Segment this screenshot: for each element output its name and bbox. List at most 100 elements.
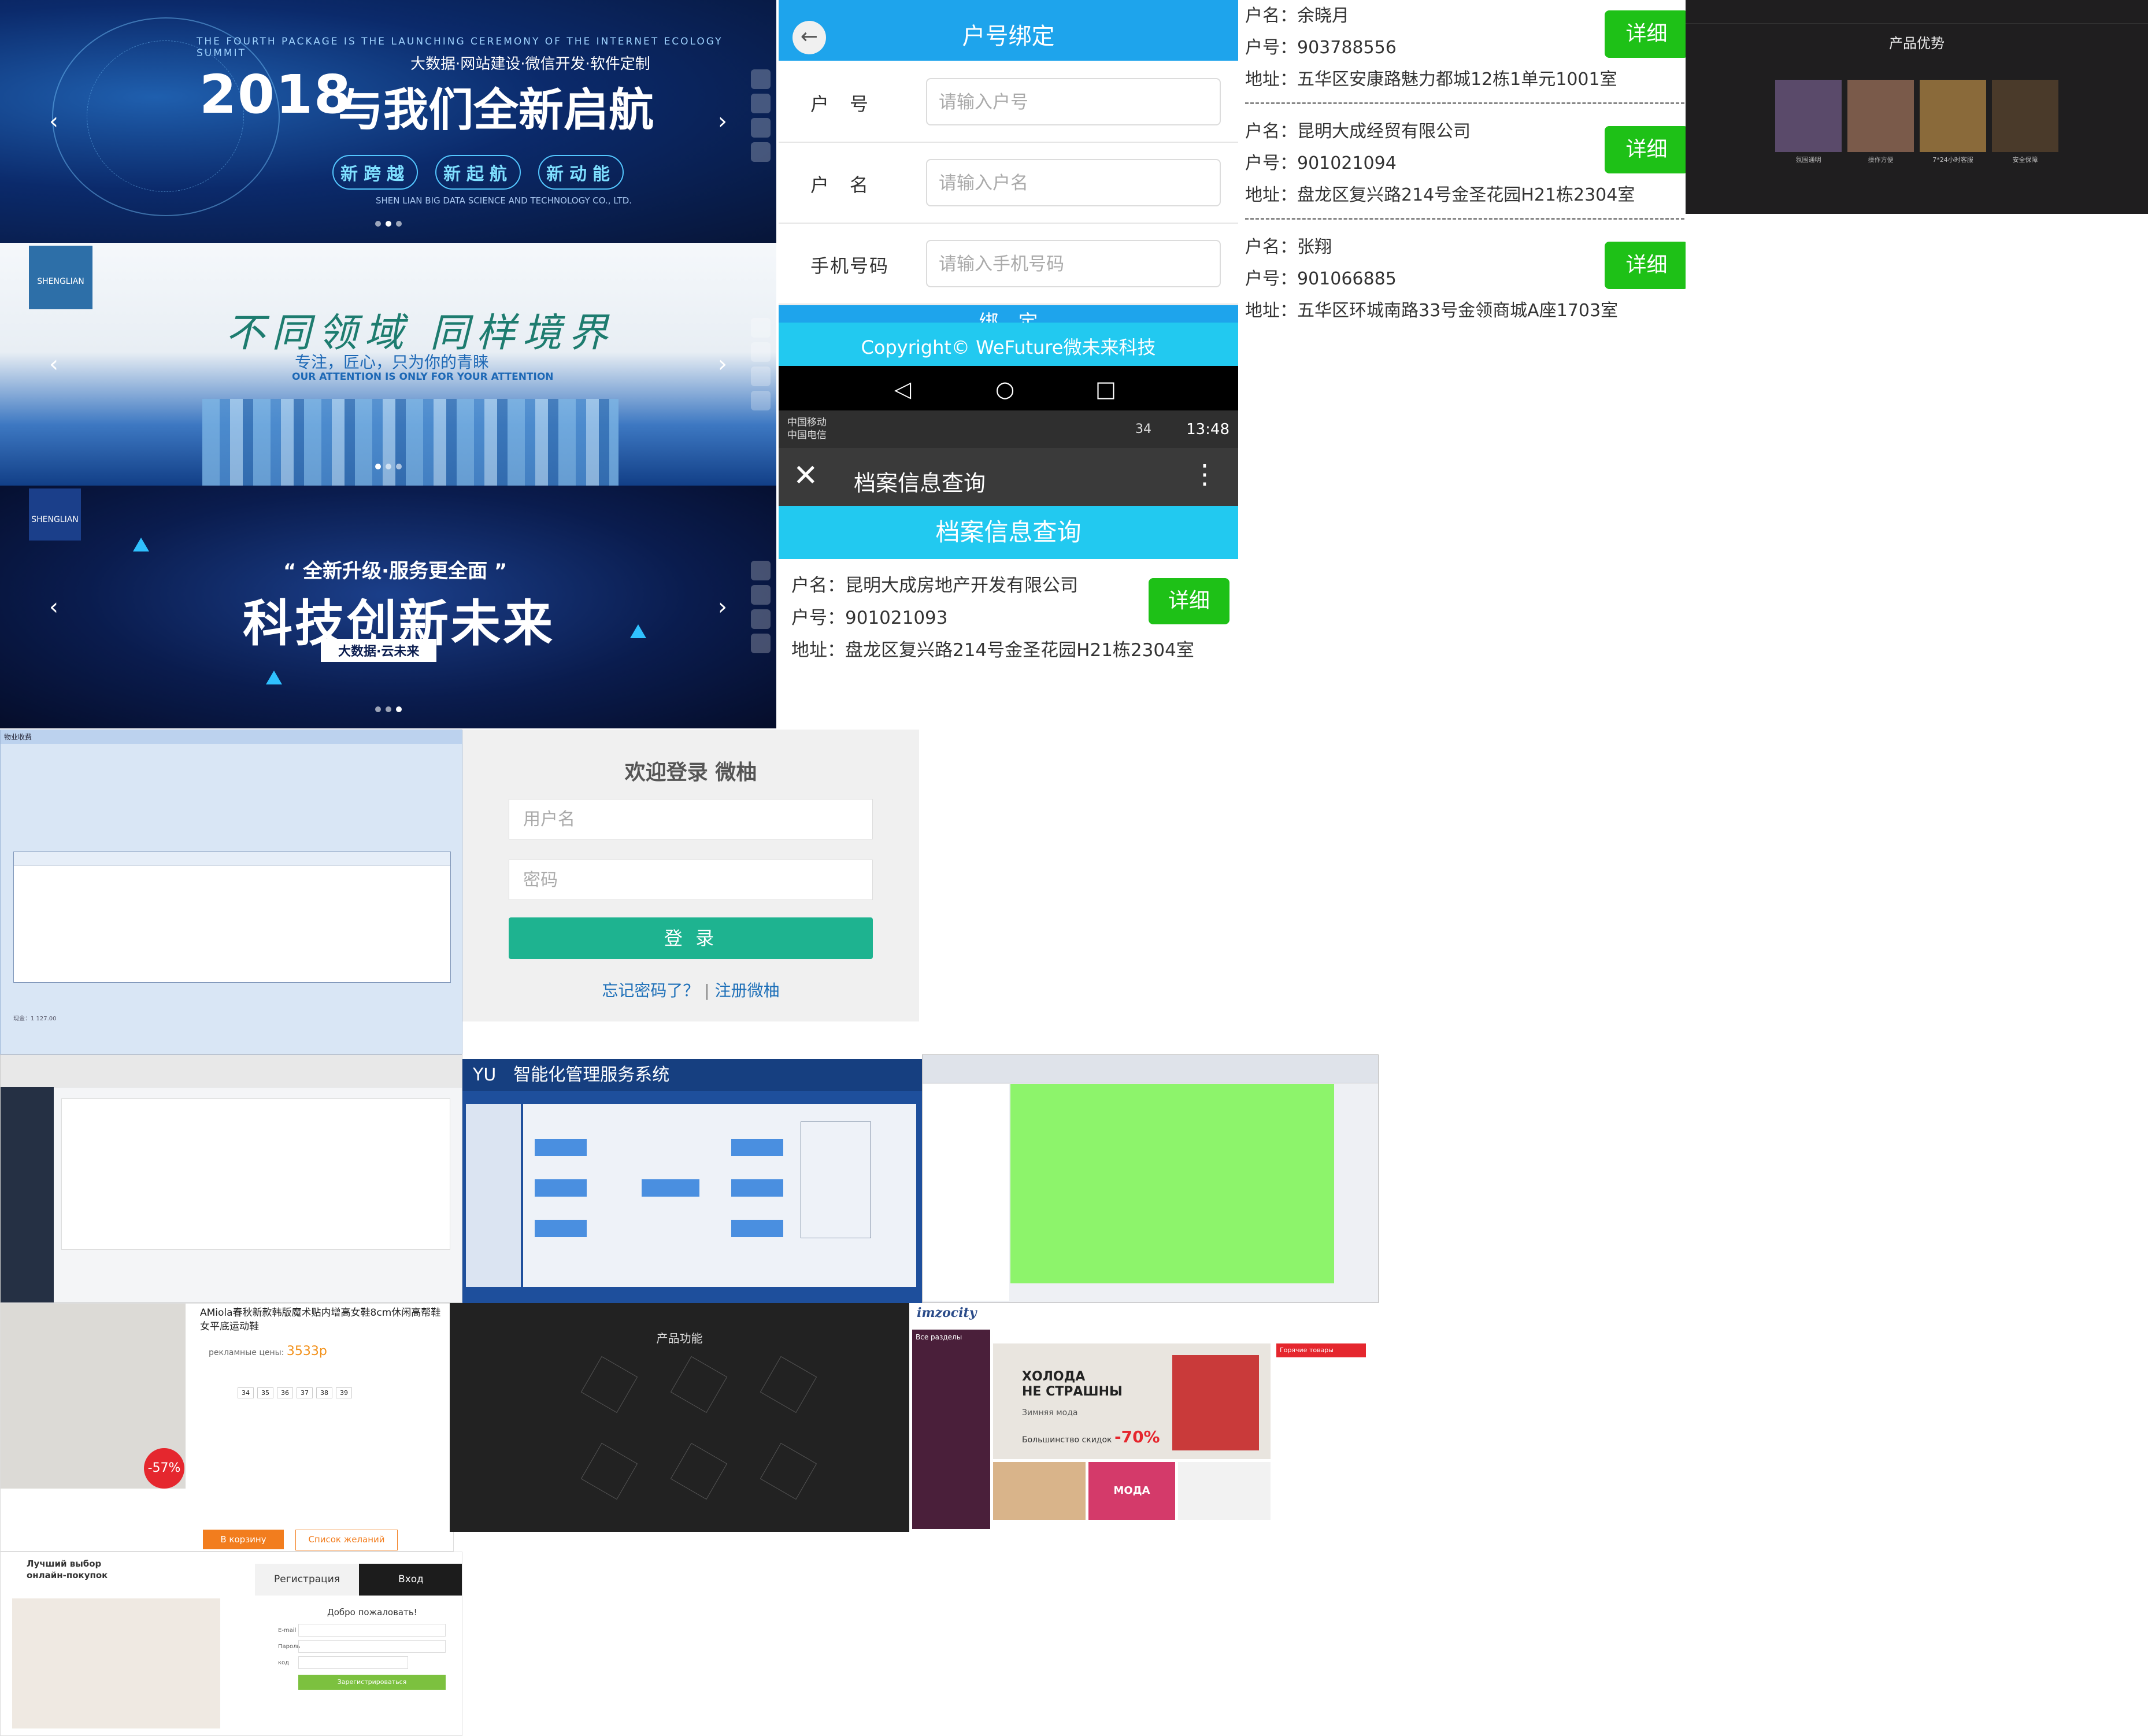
login-button[interactable]: 登 录 [509,917,873,959]
phone-number-input[interactable]: 请输入手机号码 [926,240,1221,287]
carousel-dot[interactable] [375,706,381,712]
wishlist-button[interactable]: Список желаний [295,1530,398,1550]
carousel-dot[interactable] [385,221,391,227]
hero-title: ХОЛОДА НЕ СТРАШНЫ [1022,1369,1123,1400]
carousel-dot[interactable] [395,706,402,712]
qq-icon[interactable] [751,94,771,113]
page-title: 户号绑定 [962,23,1055,50]
chevron-left-icon[interactable]: ‹ [49,108,58,135]
field-label: Пароль [278,1644,301,1650]
admin-content [61,1098,450,1250]
recent-apps-icon[interactable]: □ [1095,376,1116,402]
carousel-dot[interactable] [395,221,402,227]
detail-button[interactable]: 详细 [1605,242,1686,289]
side-toolbar [751,318,774,410]
more-menu-icon[interactable]: ⋮ [1191,458,1218,490]
advantage-caption: 安全保障 [2012,156,2038,164]
field-label: E-mail [278,1627,297,1634]
price-value: 3533р [286,1344,327,1359]
field-label: 户号： [791,608,845,628]
carousel-dots [375,464,402,469]
tab-login[interactable]: Вход [359,1564,462,1596]
carousel-dot[interactable] [375,221,381,227]
flow-node[interactable] [535,1179,587,1197]
record-card: 户名：昆明大成房地产开发有限公司 户号：901021093 地址：盘龙区复兴路2… [791,569,1194,667]
chevron-right-icon[interactable]: › [718,594,727,620]
qq-icon[interactable] [751,585,771,605]
banner-shenglian: SHENGLIAN 不同领域 同样境界 专注，匠心，只为你的青睐 OUR ATT… [0,243,776,486]
record-list: 户名：余晓月 户号：903788556 地址：五华区安康路魅力都城12栋1单元1… [1240,0,1686,335]
hero-line: ХОЛОДА [1022,1369,1086,1384]
shoes-tile[interactable] [993,1462,1086,1520]
size-option[interactable]: 34 [238,1387,254,1398]
field-label: 户名： [791,575,845,596]
login-links: 忘记密码了？ | 注册微柚 [602,981,780,1000]
username-input[interactable]: 用户名 [509,799,873,839]
promo-line: онлайн-покупок [27,1570,108,1580]
register-submit-button[interactable]: Зарегистрироваться [298,1675,446,1690]
banner-quote: “ 全新升级·服务更全面 ” [283,560,508,583]
carousel-dot[interactable] [395,464,402,469]
size-option[interactable]: 36 [277,1387,293,1398]
chevron-right-icon[interactable]: › [718,351,727,377]
captcha-field[interactable] [298,1656,408,1669]
wechat-icon[interactable] [751,561,771,580]
carousel-dots [375,706,402,712]
phone-icon[interactable] [751,118,771,138]
carousel-dot[interactable] [375,464,381,469]
size-option[interactable]: 37 [297,1387,313,1398]
password-field[interactable] [298,1640,446,1653]
wechat-icon[interactable] [751,318,771,338]
flow-node[interactable] [731,1220,783,1237]
side-toolbar [751,69,774,162]
account-number: 901021093 [845,608,948,628]
password-input[interactable]: 密码 [509,860,873,900]
fashion-tile[interactable]: МОДА [1088,1462,1175,1520]
chevron-left-icon[interactable]: ‹ [49,351,58,377]
flow-node[interactable] [642,1179,699,1197]
monitor-toolbar [923,1055,1378,1083]
size-option[interactable]: 35 [257,1387,273,1398]
size-option[interactable]: 38 [316,1387,332,1398]
detail-button[interactable]: 详细 [1605,10,1686,58]
phone-icon[interactable] [751,367,771,386]
product-title: AMiola春秋新款韩版魔术贴内增高女鞋8cm休闲高帮鞋女平底运动鞋 [200,1307,441,1332]
carousel-dot[interactable] [385,706,391,712]
status-grid [1010,1084,1334,1283]
qq-icon[interactable] [751,342,771,362]
wechat-icon[interactable] [751,69,771,89]
store-logo[interactable]: imzocity [917,1305,977,1320]
home-icon[interactable]: ○ [995,376,1014,402]
add-to-cart-button[interactable]: В корзину [203,1530,284,1549]
top-icon[interactable] [751,142,771,162]
detail-button[interactable]: 详细 [1149,578,1229,624]
flow-node[interactable] [731,1139,783,1156]
size-option[interactable]: 39 [336,1387,352,1398]
chevron-right-icon[interactable]: › [718,108,727,135]
register-link[interactable]: 注册微柚 [715,981,780,1000]
sunglasses-tile[interactable] [1178,1462,1271,1520]
phone-icon[interactable] [751,609,771,629]
forgot-password-link[interactable]: 忘记密码了？ [602,981,699,1000]
tab-register[interactable]: Регистрация [255,1564,359,1596]
back-icon[interactable]: ◁ [894,376,911,402]
account-name-input[interactable]: 请输入户名 [926,159,1221,206]
top-icon[interactable] [751,634,771,653]
flow-node[interactable] [535,1220,587,1237]
flow-node[interactable] [731,1179,783,1197]
top-icon[interactable] [751,391,771,410]
side-toolbar [751,561,774,653]
account-number-input[interactable]: 请输入户号 [926,78,1221,125]
detail-button[interactable]: 详细 [1605,126,1686,173]
system-title: 智能化管理服务系统 [513,1065,670,1085]
close-icon[interactable]: ✕ [793,458,819,493]
banner-pill: 新起航 [435,155,521,190]
window-title: 档案信息查询 [854,471,986,496]
hero-banner[interactable]: ХОЛОДА НЕ СТРАШНЫ Зимняя мода Большинство… [993,1343,1271,1459]
carousel-dot[interactable] [385,464,391,469]
chevron-left-icon[interactable]: ‹ [49,594,58,620]
banner-subtitle: 专注，匠心，只为你的青睐 [295,353,490,372]
email-field[interactable] [298,1624,446,1637]
flow-node[interactable] [535,1139,587,1156]
brand-label: YU [473,1065,497,1085]
